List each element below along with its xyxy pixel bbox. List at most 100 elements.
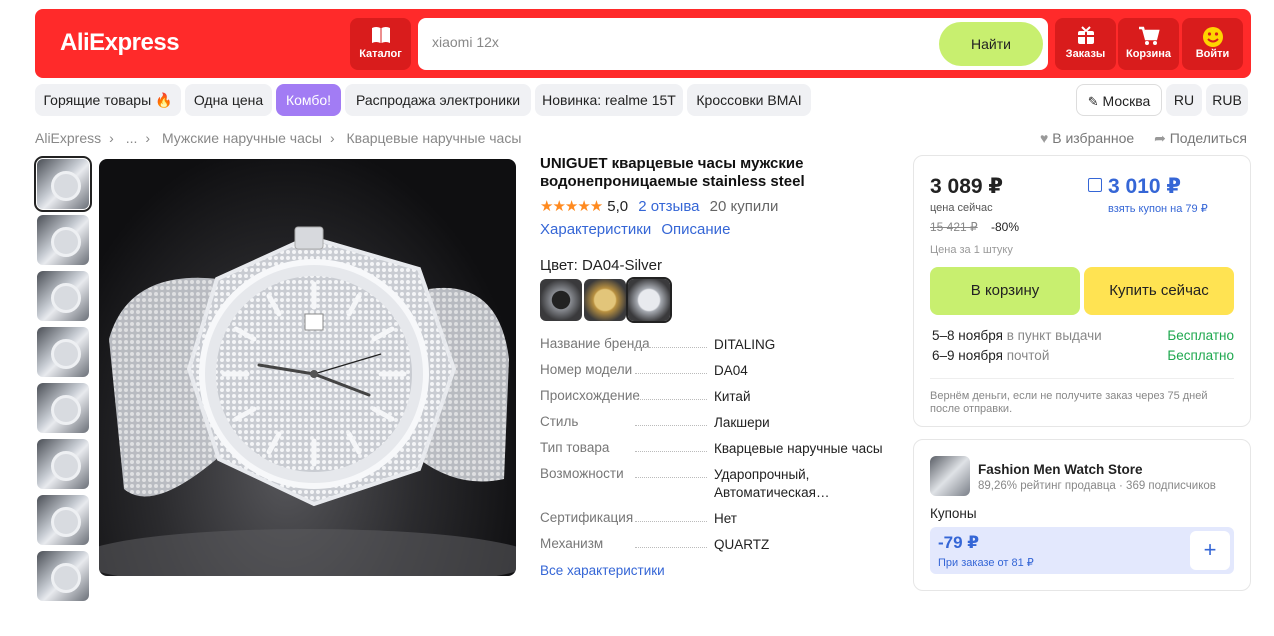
spec-value: Кварцевые наручные часы [714, 441, 883, 456]
spec-value: Китай [714, 389, 751, 404]
spec-row: Номер модели DA04 [540, 362, 900, 380]
divider [930, 378, 1234, 379]
swatch-gold[interactable] [584, 279, 626, 321]
language-selector[interactable]: RU [1166, 84, 1202, 116]
breadcrumb-item[interactable]: Мужские наручные часы [162, 130, 322, 146]
thumbnail[interactable] [37, 439, 89, 489]
refund-note: Вернём деньги, если не получите заказ че… [930, 390, 1208, 415]
store-info: 89,26% рейтинг продавца · 369 подписчико… [978, 480, 1216, 492]
chip-one-price[interactable]: Одна цена [185, 84, 272, 116]
cart-button[interactable]: Корзина [1118, 18, 1179, 70]
sold-count: 20 купили [709, 198, 779, 215]
orders-button[interactable]: Заказы [1055, 18, 1116, 70]
spec-value: QUARTZ [714, 537, 770, 552]
location-pin-icon: ✎ [1087, 94, 1099, 109]
spec-key: Название бренда [540, 336, 650, 351]
product-links: Характеристики Описание [540, 221, 730, 238]
old-price: 15 421 ₽ [930, 220, 978, 234]
watch-photo [99, 226, 516, 576]
chip-hot-deals[interactable]: Горящие товары 🔥 [35, 84, 181, 116]
spec-key: Механизм [540, 536, 604, 551]
add-to-cart-button[interactable]: В корзину [930, 267, 1080, 315]
chevron-right-icon: › [109, 130, 114, 146]
store-name[interactable]: Fashion Men Watch Store [978, 462, 1143, 477]
thumbnail[interactable] [37, 327, 89, 377]
spec-key: Сертификация [540, 510, 634, 525]
chevron-right-icon: › [145, 130, 151, 146]
search-bar: Найти [418, 18, 1048, 70]
chip-sneakers[interactable]: Кроссовки BMAI [687, 84, 811, 116]
heart-icon: ♥ [1040, 130, 1049, 146]
product-title: UNIGUET кварцевые часы мужские водонепро… [540, 155, 805, 190]
thumbnail[interactable] [34, 156, 92, 212]
thumbnail[interactable] [37, 215, 89, 265]
spec-row: Сертификация Нет [540, 510, 900, 528]
thumbnail[interactable] [37, 551, 89, 601]
cart-label: Корзина [1126, 48, 1171, 60]
spec-row: Стиль Лакшери [540, 414, 900, 432]
location-selector[interactable]: ✎ Москва [1076, 84, 1162, 116]
chip-realme[interactable]: Новинка: realme 15T [535, 84, 683, 116]
thumbnail[interactable] [37, 495, 89, 545]
breadcrumb-item[interactable]: AliExpress [35, 130, 101, 146]
thumbnail[interactable] [37, 383, 89, 433]
spec-key: Стиль [540, 414, 579, 429]
share-icon: ➦ [1154, 130, 1166, 146]
login-label: Войти [1195, 48, 1230, 60]
orders-label: Заказы [1065, 48, 1106, 60]
swatch-silver[interactable] [626, 277, 672, 323]
coupon-price: 3 010 ₽ [1108, 175, 1181, 198]
city-label: Москва [1102, 93, 1151, 109]
chip-combo[interactable]: Комбо! [276, 84, 341, 116]
aliexpress-logo[interactable]: AliExpress [60, 29, 180, 57]
reviews-link[interactable]: 2 отзыва [638, 198, 699, 215]
delivery-option[interactable]: 6–9 ноября почтой [932, 348, 1049, 363]
spec-row: Тип товара Кварцевые наручные часы [540, 440, 900, 458]
product-actions: ♥ В избранное ➦ Поделиться [1024, 130, 1247, 147]
specs-link[interactable]: Характеристики [540, 221, 651, 238]
current-price: 3 089 ₽ [930, 175, 1003, 198]
login-button[interactable]: Войти [1182, 18, 1243, 70]
spec-value: DA04 [714, 363, 748, 378]
spec-key: Происхождение [540, 388, 640, 403]
take-coupon-link[interactable]: взять купон на 79 ₽ [1108, 202, 1208, 215]
description-link[interactable]: Описание [661, 221, 730, 238]
current-price-label: цена сейчас [930, 202, 993, 214]
store-coupon[interactable]: -79 ₽ При заказе от 81 ₽ [930, 527, 1186, 574]
thumbnail[interactable] [37, 271, 89, 321]
all-specs-link[interactable]: Все характеристики [540, 563, 665, 578]
coupon-checkbox[interactable] [1088, 178, 1102, 192]
favorite-button[interactable]: ♥ В избранное [1040, 130, 1134, 146]
spec-value: Ударопрочный, Автоматическая… [714, 467, 830, 500]
coupon-condition: При заказе от 81 ₽ [938, 557, 1034, 569]
buy-box: 3 089 ₽ цена сейчас 15 421 ₽ -80% Цена з… [913, 155, 1251, 427]
buy-now-button[interactable]: Купить сейчас [1084, 267, 1234, 315]
main-product-image[interactable] [99, 159, 516, 576]
delivery-price: Бесплатно [1167, 348, 1234, 363]
spec-row: Механизм QUARTZ [540, 536, 900, 554]
swatch-black[interactable] [540, 279, 582, 321]
unit-price-note: Цена за 1 штуку [930, 244, 1013, 256]
store-card: Fashion Men Watch Store 89,26% рейтинг п… [913, 439, 1251, 591]
catalog-button[interactable]: Каталог [350, 18, 411, 70]
add-coupon-button[interactable]: + [1186, 527, 1234, 574]
spec-value: DITALING [714, 337, 776, 352]
breadcrumb: AliExpress › ... › Мужские наручные часы › … [35, 130, 529, 146]
spec-value: Нет [714, 511, 737, 526]
search-button[interactable]: Найти [939, 22, 1043, 66]
delivery-price: Бесплатно [1167, 328, 1234, 343]
share-button[interactable]: ➦ Поделиться [1154, 130, 1247, 146]
color-label: Цвет: DA04-Silver [540, 257, 662, 274]
delivery-option[interactable]: 5–8 ноября в пункт выдачи [932, 328, 1102, 343]
smiley-icon [1182, 26, 1243, 48]
box-icon [1055, 26, 1116, 48]
breadcrumb-item[interactable]: ... [126, 130, 138, 146]
catalog-label: Каталог [359, 48, 402, 60]
search-input[interactable] [432, 34, 912, 50]
plus-icon: + [1190, 531, 1230, 570]
spec-key: Возможности [540, 466, 624, 481]
currency-selector[interactable]: RUB [1206, 84, 1248, 116]
store-avatar[interactable] [930, 456, 970, 496]
breadcrumb-item[interactable]: Кварцевые наручные часы [347, 130, 522, 146]
chip-electronics-sale[interactable]: Распродажа электроники [345, 84, 531, 116]
